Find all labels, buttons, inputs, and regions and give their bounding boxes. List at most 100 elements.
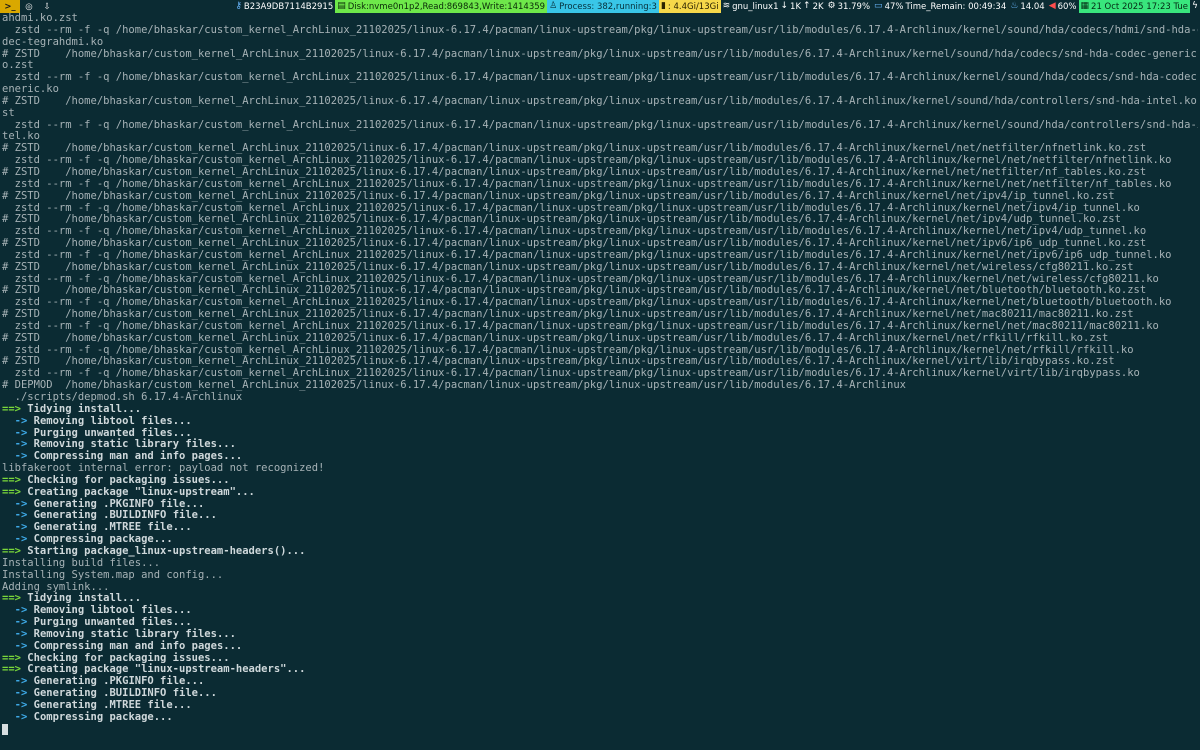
step-text: Creating package "linux-upstream"...: [20, 485, 255, 498]
workspace-3-button[interactable]: ⇩: [38, 0, 56, 13]
host-id-widget[interactable]: ⚷ B23A9DB7114B2915: [233, 0, 335, 13]
terminal-line-text: zstd --rm -f -q /home/bhaskar/custom_ker…: [2, 272, 1159, 285]
terminal-line-text: zstd --rm -f -q /home/bhaskar/custom_ker…: [2, 23, 1198, 36]
terminal-line-text: eneric.ko: [2, 83, 59, 96]
power-button[interactable]: ϟ: [1190, 0, 1200, 13]
terminal-line-text: # ZSTD /home/bhaskar/custom_kernel_ArchL…: [2, 213, 1121, 226]
host-id-text: B23A9DB7114B2915: [243, 1, 334, 12]
process-widget[interactable]: ♙ Process: 382,running:3: [547, 0, 659, 13]
terminal-line-text: zstd --rm -f -q /home/bhaskar/custom_ker…: [2, 177, 1172, 190]
substep-arrow: ->: [2, 710, 28, 723]
terminal-line-text: tel.ko: [2, 130, 40, 143]
net-up-text: 2K: [812, 1, 824, 12]
terminal-line-text: Installing System.map and config...: [2, 568, 224, 581]
step-marker: ==>: [2, 651, 21, 664]
terminal-output[interactable]: ahdmi.ko.zst zstd --rm -f -q /home/bhask…: [2, 13, 1198, 748]
step-marker: ==>: [2, 485, 21, 498]
volume-text: 60%: [1057, 1, 1077, 12]
text-cursor: [2, 723, 8, 735]
step-text: Creating package "linux-upstream-headers…: [20, 663, 306, 676]
substep-arrow: ->: [2, 627, 28, 640]
terminal-line-text: Installing build files...: [2, 556, 161, 569]
date-text: 21 Oct 2025 17:23 Tue: [1091, 1, 1188, 12]
step-text: Purging unwanted files...: [27, 616, 192, 629]
step-text: Generating .BUILDINFO file...: [27, 687, 217, 700]
step-text: Generating .MTREE file...: [27, 521, 192, 534]
terminal-line-text: # ZSTD /home/bhaskar/custom_kernel_ArchL…: [2, 355, 1115, 368]
key-icon: ⚷: [235, 1, 242, 11]
substep-arrow: ->: [2, 414, 28, 427]
step-text: Removing static library files...: [27, 438, 236, 451]
terminal-line: -> Generating .MTREE file...: [2, 698, 1198, 712]
volume-widget[interactable]: ◀ 60%: [1047, 0, 1079, 13]
substep-arrow: ->: [2, 616, 28, 629]
disk-widget[interactable]: ▤ Disk:nvme0n1p2,Read:869843,Write:14143…: [335, 0, 548, 13]
battery-widget[interactable]: ▭ 47% Time_Remain: 00:49:34: [872, 0, 1008, 13]
terminal-line-text: o.zst: [2, 59, 34, 72]
step-marker: ==>: [2, 402, 21, 415]
step-text: Compressing man and info pages...: [27, 639, 243, 652]
workspace-terminal-button[interactable]: >_: [0, 0, 20, 13]
cpu-text: 31.79%: [837, 1, 871, 12]
terminal-line-text: st: [2, 106, 15, 119]
step-text: Generating .BUILDINFO file...: [27, 509, 217, 522]
substep-arrow: ->: [2, 687, 28, 700]
terminal-line-text: # ZSTD /home/bhaskar/custom_kernel_ArchL…: [2, 237, 1147, 250]
terminal-line: zstd --rm -f -q /home/bhaskar/custom_ker…: [2, 23, 1198, 37]
battery-text: 47%: [884, 1, 904, 12]
step-text: Generating .PKGINFO file...: [27, 497, 205, 510]
terminal-line-text: zstd --rm -f -q /home/bhaskar/custom_ker…: [2, 319, 1159, 332]
network-widget[interactable]: ≋ gnu_linux1 ↓ 1K ↑ 2K: [721, 0, 826, 13]
terminal-line: -> Generating .MTREE file...: [2, 521, 1198, 534]
workspace-2-button[interactable]: ◎: [20, 0, 38, 13]
terminal-prompt-line: [2, 723, 1198, 736]
terminal-line-text: zstd --rm -f -q /home/bhaskar/custom_ker…: [2, 343, 1134, 356]
terminal-line-text: zstd --rm -f -q /home/bhaskar/custom_ker…: [2, 367, 1140, 380]
substep-arrow: ->: [2, 426, 28, 439]
download-arrow-icon: ↓: [780, 1, 789, 11]
temperature-widget[interactable]: ♨ 14.04: [1008, 0, 1046, 13]
disk-icon: ▤: [337, 1, 346, 11]
workspace-2-icon: ◎: [25, 1, 33, 12]
terminal-line: ./scripts/depmod.sh 6.17.4-Archlinux: [2, 391, 1198, 404]
terminal-icon: >_: [4, 1, 16, 12]
terminal-line: ==> Starting package_linux-upstream-head…: [2, 544, 1198, 558]
date-widget[interactable]: ▦ 21 Oct 2025 17:23 Tue: [1078, 0, 1190, 13]
substep-arrow: ->: [2, 521, 28, 534]
memory-text: : 4.4Gi/13Gi: [667, 1, 719, 12]
step-text: Removing libtool files...: [27, 604, 192, 617]
terminal-line: Installing System.map and config...: [2, 568, 1198, 582]
step-text: Removing static library files...: [27, 627, 236, 640]
step-text: Compressing package...: [27, 710, 173, 723]
thermometer-icon: ♨: [1010, 1, 1019, 11]
step-text: Compressing package...: [27, 533, 173, 546]
terminal-line-text: zstd --rm -f -q /home/bhaskar/custom_ker…: [2, 118, 1198, 131]
terminal-line-text: # ZSTD /home/bhaskar/custom_kernel_ArchL…: [2, 165, 1147, 178]
step-text: Checking for packaging issues...: [20, 473, 230, 486]
terminal-line-text: zstd --rm -f -q /home/bhaskar/custom_ker…: [2, 154, 1172, 167]
substep-arrow: ->: [2, 698, 28, 711]
step-marker: ==>: [2, 592, 21, 605]
cpu-widget[interactable]: ⚙ 31.79%: [826, 0, 873, 13]
terminal-line: zstd --rm -f -q /home/bhaskar/custom_ker…: [2, 118, 1198, 132]
speaker-icon: ◀: [1048, 1, 1056, 11]
substep-arrow: ->: [2, 438, 28, 451]
terminal-line-text: # ZSTD /home/bhaskar/custom_kernel_ArchL…: [2, 284, 1147, 297]
step-text: Starting package_linux-upstream-headers(…: [20, 544, 306, 557]
terminal-line: Adding symlink...: [2, 581, 1198, 594]
substep-arrow: ->: [2, 639, 28, 652]
step-marker: ==>: [2, 473, 21, 486]
memory-widget[interactable]: ▮ : 4.4Gi/13Gi: [658, 0, 721, 13]
step-marker: ==>: [2, 663, 21, 676]
terminal-line-text: # ZSTD /home/bhaskar/custom_kernel_ArchL…: [2, 94, 1198, 107]
step-text: Purging unwanted files...: [27, 426, 192, 439]
step-text: Tidying install...: [20, 592, 142, 605]
gear-icon: ⚙: [827, 1, 836, 11]
temperature-text: 14.04: [1020, 1, 1045, 12]
terminal-line: # ZSTD /home/bhaskar/custom_kernel_ArchL…: [2, 94, 1198, 108]
workspace-3-icon: ⇩: [43, 1, 51, 12]
terminal-line-text: # DEPMOD /home/bhaskar/custom_kernel_Arc…: [2, 379, 906, 392]
step-text: Generating .PKGINFO file...: [27, 675, 205, 688]
terminal-line-text: # ZSTD /home/bhaskar/custom_kernel_ArchL…: [2, 308, 1134, 321]
wifi-icon: ≋: [722, 1, 731, 11]
